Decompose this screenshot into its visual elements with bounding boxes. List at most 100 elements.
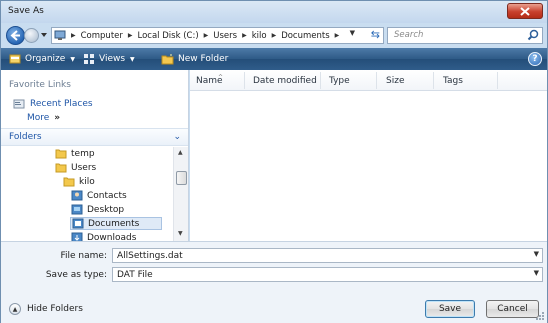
cancel-button[interactable]: Cancel	[486, 300, 539, 318]
tree-item-label: temp	[71, 148, 95, 159]
tree-item-label: Desktop	[87, 204, 125, 215]
scroll-thumb[interactable]	[176, 171, 187, 185]
column-header: Name ^ Date modified Type Size Tags	[190, 70, 547, 91]
views-button[interactable]: Views ▼	[83, 51, 135, 67]
new-folder-button[interactable]: New Folder	[161, 51, 228, 67]
organize-label: Organize	[25, 54, 66, 64]
address-bar[interactable]: ▶ Computer ▶ Local Disk (C:) ▶ Users ▶ k…	[51, 27, 384, 44]
tree-scrollbar[interactable]: ▲ ▼	[173, 147, 188, 241]
command-toolbar: Organize ▼ Views ▼ New Folder ?	[1, 48, 547, 70]
address-dropdown-icon[interactable]: ▼	[350, 29, 355, 37]
new-folder-icon	[161, 54, 174, 65]
breadcrumb-separator-icon[interactable]: ▶	[335, 32, 340, 39]
column-divider[interactable]	[433, 72, 434, 89]
hide-folders-button[interactable]: ▲ Hide Folders	[9, 303, 83, 315]
title-bar[interactable]: Save As	[1, 1, 547, 23]
forward-button[interactable]	[24, 28, 39, 43]
close-button[interactable]	[507, 3, 543, 19]
breadcrumb: ▶ Computer ▶ Local Disk (C:) ▶ Users ▶ k…	[54, 29, 344, 42]
hide-folders-label: Hide Folders	[27, 304, 83, 314]
views-label: Views	[99, 54, 126, 64]
back-arrow-icon	[10, 30, 20, 41]
tree-item-label: Contacts	[87, 190, 127, 201]
tree-item-label: Documents	[88, 218, 140, 229]
documents-folder-icon	[72, 218, 84, 229]
address-row: ▶ Computer ▶ Local Disk (C:) ▶ Users ▶ k…	[1, 23, 547, 47]
breadcrumb-local-disk[interactable]: Local Disk (C:)	[138, 31, 199, 41]
navigation-pane: Favorite Links Recent Places More » Fold…	[1, 70, 189, 241]
save-button-label: Save	[438, 304, 462, 314]
breadcrumb-separator-icon[interactable]: ▶	[272, 32, 277, 39]
organize-icon	[9, 54, 21, 64]
recent-pages-dropdown-icon[interactable]	[40, 31, 48, 39]
tree-item-label: Users	[71, 162, 97, 173]
chevron-down-icon[interactable]: ⌄	[173, 132, 181, 142]
file-name-field[interactable]: AllSettings.dat ▼	[112, 248, 543, 263]
breadcrumb-users[interactable]: Users	[213, 31, 237, 41]
cancel-button-label: Cancel	[497, 304, 528, 314]
save-as-type-dropdown-icon[interactable]: ▼	[534, 269, 539, 277]
tree-item-temp[interactable]: temp	[55, 147, 95, 160]
file-list[interactable]: Name ^ Date modified Type Size Tags	[190, 70, 547, 241]
scroll-up-icon[interactable]: ▲	[178, 149, 183, 156]
favorite-recent-places[interactable]: Recent Places	[13, 98, 93, 110]
column-divider[interactable]	[497, 72, 498, 89]
refresh-icon[interactable]: ⇆	[371, 28, 380, 41]
save-as-dialog: Save As ▶ Computer ▶ Local Disk (C:) ▶ U…	[0, 0, 548, 323]
breadcrumb-separator-icon[interactable]: ▶	[128, 32, 133, 39]
column-name[interactable]: Name ^	[196, 74, 224, 86]
organize-dropdown-icon: ▼	[70, 55, 75, 63]
tree-item-users[interactable]: Users	[55, 161, 96, 174]
folder-icon	[63, 177, 75, 187]
favorite-recent-places-label: Recent Places	[30, 99, 93, 109]
column-divider[interactable]	[244, 72, 245, 89]
chevron-up-icon: ▲	[9, 303, 21, 315]
breadcrumb-separator-icon[interactable]: ▶	[242, 32, 247, 39]
tree-item-label: kilo	[79, 176, 95, 187]
tree-item-label: Downloads	[87, 232, 137, 242]
organize-button[interactable]: Organize ▼	[9, 51, 75, 67]
breadcrumb-kilo[interactable]: kilo	[252, 31, 267, 41]
downloads-folder-icon	[71, 232, 83, 241]
search-icon[interactable]	[527, 29, 539, 41]
save-as-type-select[interactable]: DAT File ▼	[112, 267, 543, 282]
desktop-folder-icon	[71, 204, 83, 215]
more-chevron-icon: »	[54, 113, 61, 123]
column-tags[interactable]: Tags	[443, 76, 463, 86]
breadcrumb-separator-icon[interactable]: ▶	[204, 32, 209, 39]
breadcrumb-separator-icon[interactable]: ▶	[71, 32, 76, 39]
search-placeholder: Search	[394, 30, 424, 40]
contacts-folder-icon	[71, 190, 83, 201]
file-name-value: AllSettings.dat	[117, 250, 183, 261]
sort-ascending-icon: ^	[218, 74, 224, 81]
save-button[interactable]: Save	[425, 300, 475, 318]
column-size[interactable]: Size	[386, 76, 404, 86]
folders-bar[interactable]: Folders ⌄	[1, 128, 188, 146]
tree-item-documents[interactable]: Documents	[70, 217, 162, 230]
file-name-dropdown-icon[interactable]: ▼	[534, 250, 539, 258]
column-date-modified[interactable]: Date modified	[253, 76, 317, 86]
column-divider[interactable]	[376, 72, 377, 89]
more-links[interactable]: More »	[27, 113, 60, 123]
scroll-down-icon[interactable]: ▼	[178, 230, 183, 237]
save-options-panel: File name: AllSettings.dat ▼ Save as typ…	[1, 241, 547, 323]
help-icon[interactable]: ?	[528, 52, 542, 66]
recent-places-icon	[13, 99, 25, 109]
folder-icon	[55, 163, 67, 173]
new-folder-label: New Folder	[178, 54, 229, 64]
tree-item-kilo[interactable]: kilo	[63, 175, 95, 188]
folders-heading: Folders	[9, 132, 42, 142]
search-box[interactable]: Search	[387, 27, 543, 44]
column-divider[interactable]	[320, 72, 321, 89]
save-as-type-label: Save as type:	[45, 270, 107, 280]
tree-item-contacts[interactable]: Contacts	[71, 189, 127, 202]
more-label: More	[27, 113, 50, 123]
back-button[interactable]	[6, 26, 25, 45]
breadcrumb-computer[interactable]: Computer	[81, 31, 123, 41]
breadcrumb-documents[interactable]: Documents	[281, 31, 329, 41]
tree-item-desktop[interactable]: Desktop	[71, 203, 124, 216]
column-type[interactable]: Type	[329, 76, 350, 86]
resize-grip-icon[interactable]	[536, 312, 545, 321]
tree-item-downloads[interactable]: Downloads	[71, 231, 136, 241]
views-icon	[84, 54, 94, 64]
